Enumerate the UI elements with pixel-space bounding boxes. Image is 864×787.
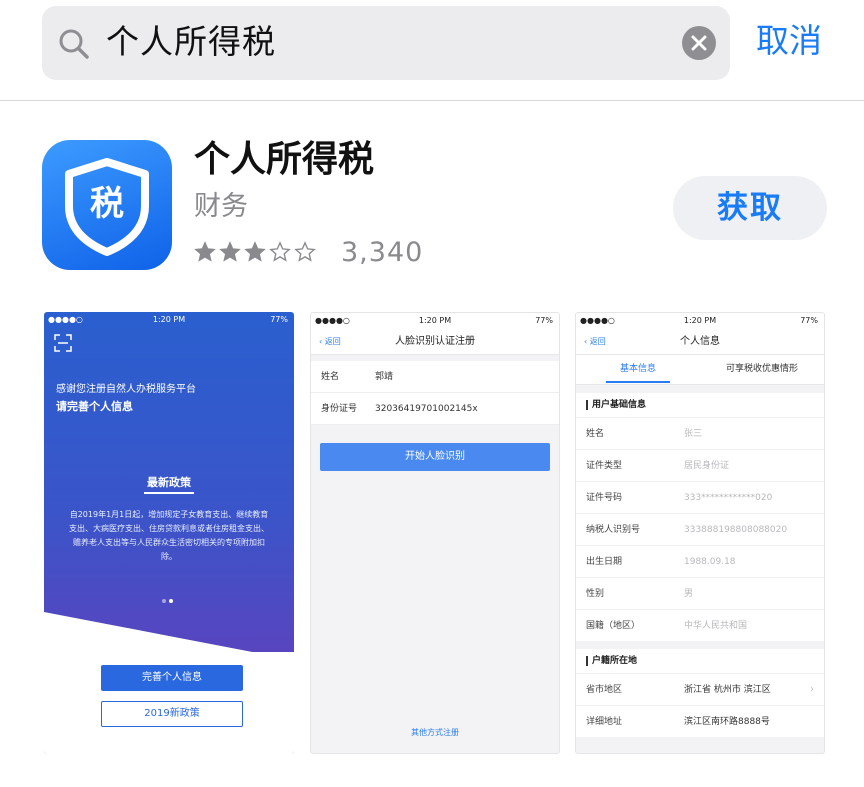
- household-section: 户籍所在地 省市地区 浙江省 杭州市 滨江区 › 详细地址 滨江区南环路8888号: [576, 649, 824, 737]
- star-empty-icon: [294, 241, 316, 262]
- tab-bar: 基本信息 可享税收优惠情形: [576, 355, 824, 385]
- battery-level: 77%: [535, 316, 553, 325]
- clear-search-button[interactable]: [682, 26, 716, 60]
- basic-info-list: 姓名 张三证件类型 居民身份证证件号码 333************020 纳税人识别…: [576, 417, 824, 641]
- section-title: 户籍所在地: [576, 649, 824, 673]
- info-row[interactable]: 证件号码 333************020: [576, 481, 824, 513]
- form-row[interactable]: 身份证号 320364197010021­45x: [311, 393, 559, 425]
- info-label: 详细地址: [586, 717, 623, 727]
- battery-level: 77%: [270, 315, 288, 324]
- screenshot-3[interactable]: ●●●●○ 1:20 PM 77% ‹ 返回 个人信息 基本信息 可享税收优惠情…: [575, 312, 825, 754]
- screenshot-1[interactable]: ●●●●○ 1:20 PM 77% 感谢您注册自然人办税服务平台 请完善个人信息…: [44, 312, 294, 754]
- scan-icon: [54, 334, 72, 352]
- policy-underline: [144, 492, 194, 494]
- info-value: 1988.09.18: [684, 557, 736, 567]
- chevron-right-icon: ›: [810, 684, 814, 695]
- info-value: 居民身份证: [684, 461, 730, 471]
- tab-tax-benefits[interactable]: 可享税收优惠情形: [700, 355, 824, 383]
- info-label: 证件类型: [586, 461, 623, 471]
- info-label: 姓名: [586, 429, 605, 439]
- info-row[interactable]: 姓名 张三: [576, 417, 824, 449]
- star-filled-icon: [194, 241, 216, 262]
- info-value: 男: [684, 589, 694, 599]
- info-row[interactable]: 国籍（地区） 中华人民共和国: [576, 609, 824, 641]
- field-label: 姓名: [321, 372, 340, 382]
- nav-bar: ‹ 返回 个人信息: [576, 329, 824, 355]
- status-time: 1:20 PM: [418, 316, 452, 325]
- new-policy-button[interactable]: 2019新政策: [101, 701, 243, 727]
- status-time: 1:20 PM: [152, 315, 186, 324]
- info-label: 国籍（地区）: [586, 621, 641, 631]
- id-number-field[interactable]: 320364197010021­45x: [375, 393, 478, 425]
- active-tab-indicator: [606, 381, 670, 383]
- info-row[interactable]: 出生日期 1988.09.18: [576, 545, 824, 577]
- section-title: 用户基础信息: [576, 393, 824, 417]
- info-value: 333************020: [684, 493, 773, 503]
- rating: 3,340: [194, 236, 423, 268]
- info-label: 纳税人识别号: [586, 525, 641, 535]
- household-list: 省市地区 浙江省 杭州市 滨江区 › 详细地址 滨江区南环路8888号: [576, 673, 824, 737]
- info-row[interactable]: 证件类型 居民身份证: [576, 449, 824, 481]
- nav-bar: ‹ 返回 人脸识别认证注册: [311, 329, 559, 355]
- status-bar: ●●●●○ 1:20 PM 77%: [44, 312, 294, 328]
- info-label: 出生日期: [586, 557, 623, 567]
- star-filled-icon: [244, 241, 266, 262]
- nav-title: 人脸识别认证注册: [395, 336, 475, 347]
- complete-info-button[interactable]: 完善个人信息: [101, 665, 243, 691]
- basic-info-section: 用户基础信息 姓名 张三证件类型 居民身份证证件号码 333************0…: [576, 393, 824, 641]
- status-bar: ●●●●○ 1:20 PM 77%: [576, 313, 824, 329]
- divider: [0, 100, 864, 101]
- field-label: 身份证号: [321, 404, 358, 414]
- info-value: 333888198808088020: [684, 525, 788, 535]
- name-field[interactable]: 郭靖: [375, 361, 393, 393]
- info-label: 性别: [586, 589, 605, 599]
- other-register-link[interactable]: 其他方式注册: [311, 727, 559, 738]
- app-category: 财务: [194, 191, 248, 222]
- info-value: 滨江区南环路8888号: [684, 717, 770, 727]
- app-icon-glyph: 税: [90, 184, 124, 224]
- info-value: 中华人民共和国: [684, 621, 748, 631]
- status-time: 1:20 PM: [683, 316, 717, 325]
- info-label: 证件号码: [586, 493, 623, 503]
- rating-stars: [194, 241, 319, 263]
- info-row[interactable]: 详细地址 滨江区南环路8888号: [576, 705, 824, 737]
- search-input[interactable]: 个人所得税: [106, 22, 276, 62]
- screenshot-2[interactable]: ●●●●○ 1:20 PM 77% ‹ 返回 人脸识别认证注册 姓名 郭靖 身份…: [310, 312, 560, 754]
- status-bar: ●●●●○ 1:20 PM 77%: [311, 313, 559, 329]
- page-indicator: [162, 588, 176, 607]
- star-empty-icon: [269, 241, 291, 262]
- intro-line-2: 请完善个人信息: [56, 400, 133, 413]
- search-icon: [56, 26, 92, 62]
- info-row[interactable]: 纳税人识别号 333888198808088020: [576, 513, 824, 545]
- registration-form: 姓名 郭靖 身份证号 320364197010021­45x: [311, 361, 559, 425]
- close-icon: [691, 35, 707, 51]
- cancel-button[interactable]: 取消: [756, 20, 822, 62]
- app-name[interactable]: 个人所得税: [194, 138, 374, 182]
- rating-count: 3,340: [341, 236, 424, 268]
- policy-text: 自2019年1月1日起，增加规定子女教育支出、继续教育支出、大病医疗支出、住房贷…: [69, 510, 269, 561]
- info-label: 省市地区: [586, 685, 623, 695]
- info-row[interactable]: 省市地区 浙江省 杭州市 滨江区 ›: [576, 673, 824, 705]
- info-value: 浙江省 杭州市 滨江区: [684, 685, 771, 695]
- app-icon[interactable]: 税: [42, 140, 172, 270]
- get-button[interactable]: 获取: [673, 176, 827, 240]
- info-row[interactable]: 性别 男: [576, 577, 824, 609]
- form-row[interactable]: 姓名 郭靖: [311, 361, 559, 393]
- start-face-recognition-button[interactable]: 开始人脸识别: [320, 443, 550, 471]
- tab-basic-info[interactable]: 基本信息: [576, 355, 700, 383]
- star-filled-icon: [219, 241, 241, 262]
- nav-title: 个人信息: [680, 336, 720, 347]
- search-bar[interactable]: 个人所得税: [42, 6, 730, 80]
- intro-line-1: 感谢您注册自然人办税服务平台: [56, 384, 196, 395]
- battery-level: 77%: [800, 316, 818, 325]
- info-value: 张三: [684, 429, 703, 439]
- policy-title: 最新政策: [147, 476, 191, 489]
